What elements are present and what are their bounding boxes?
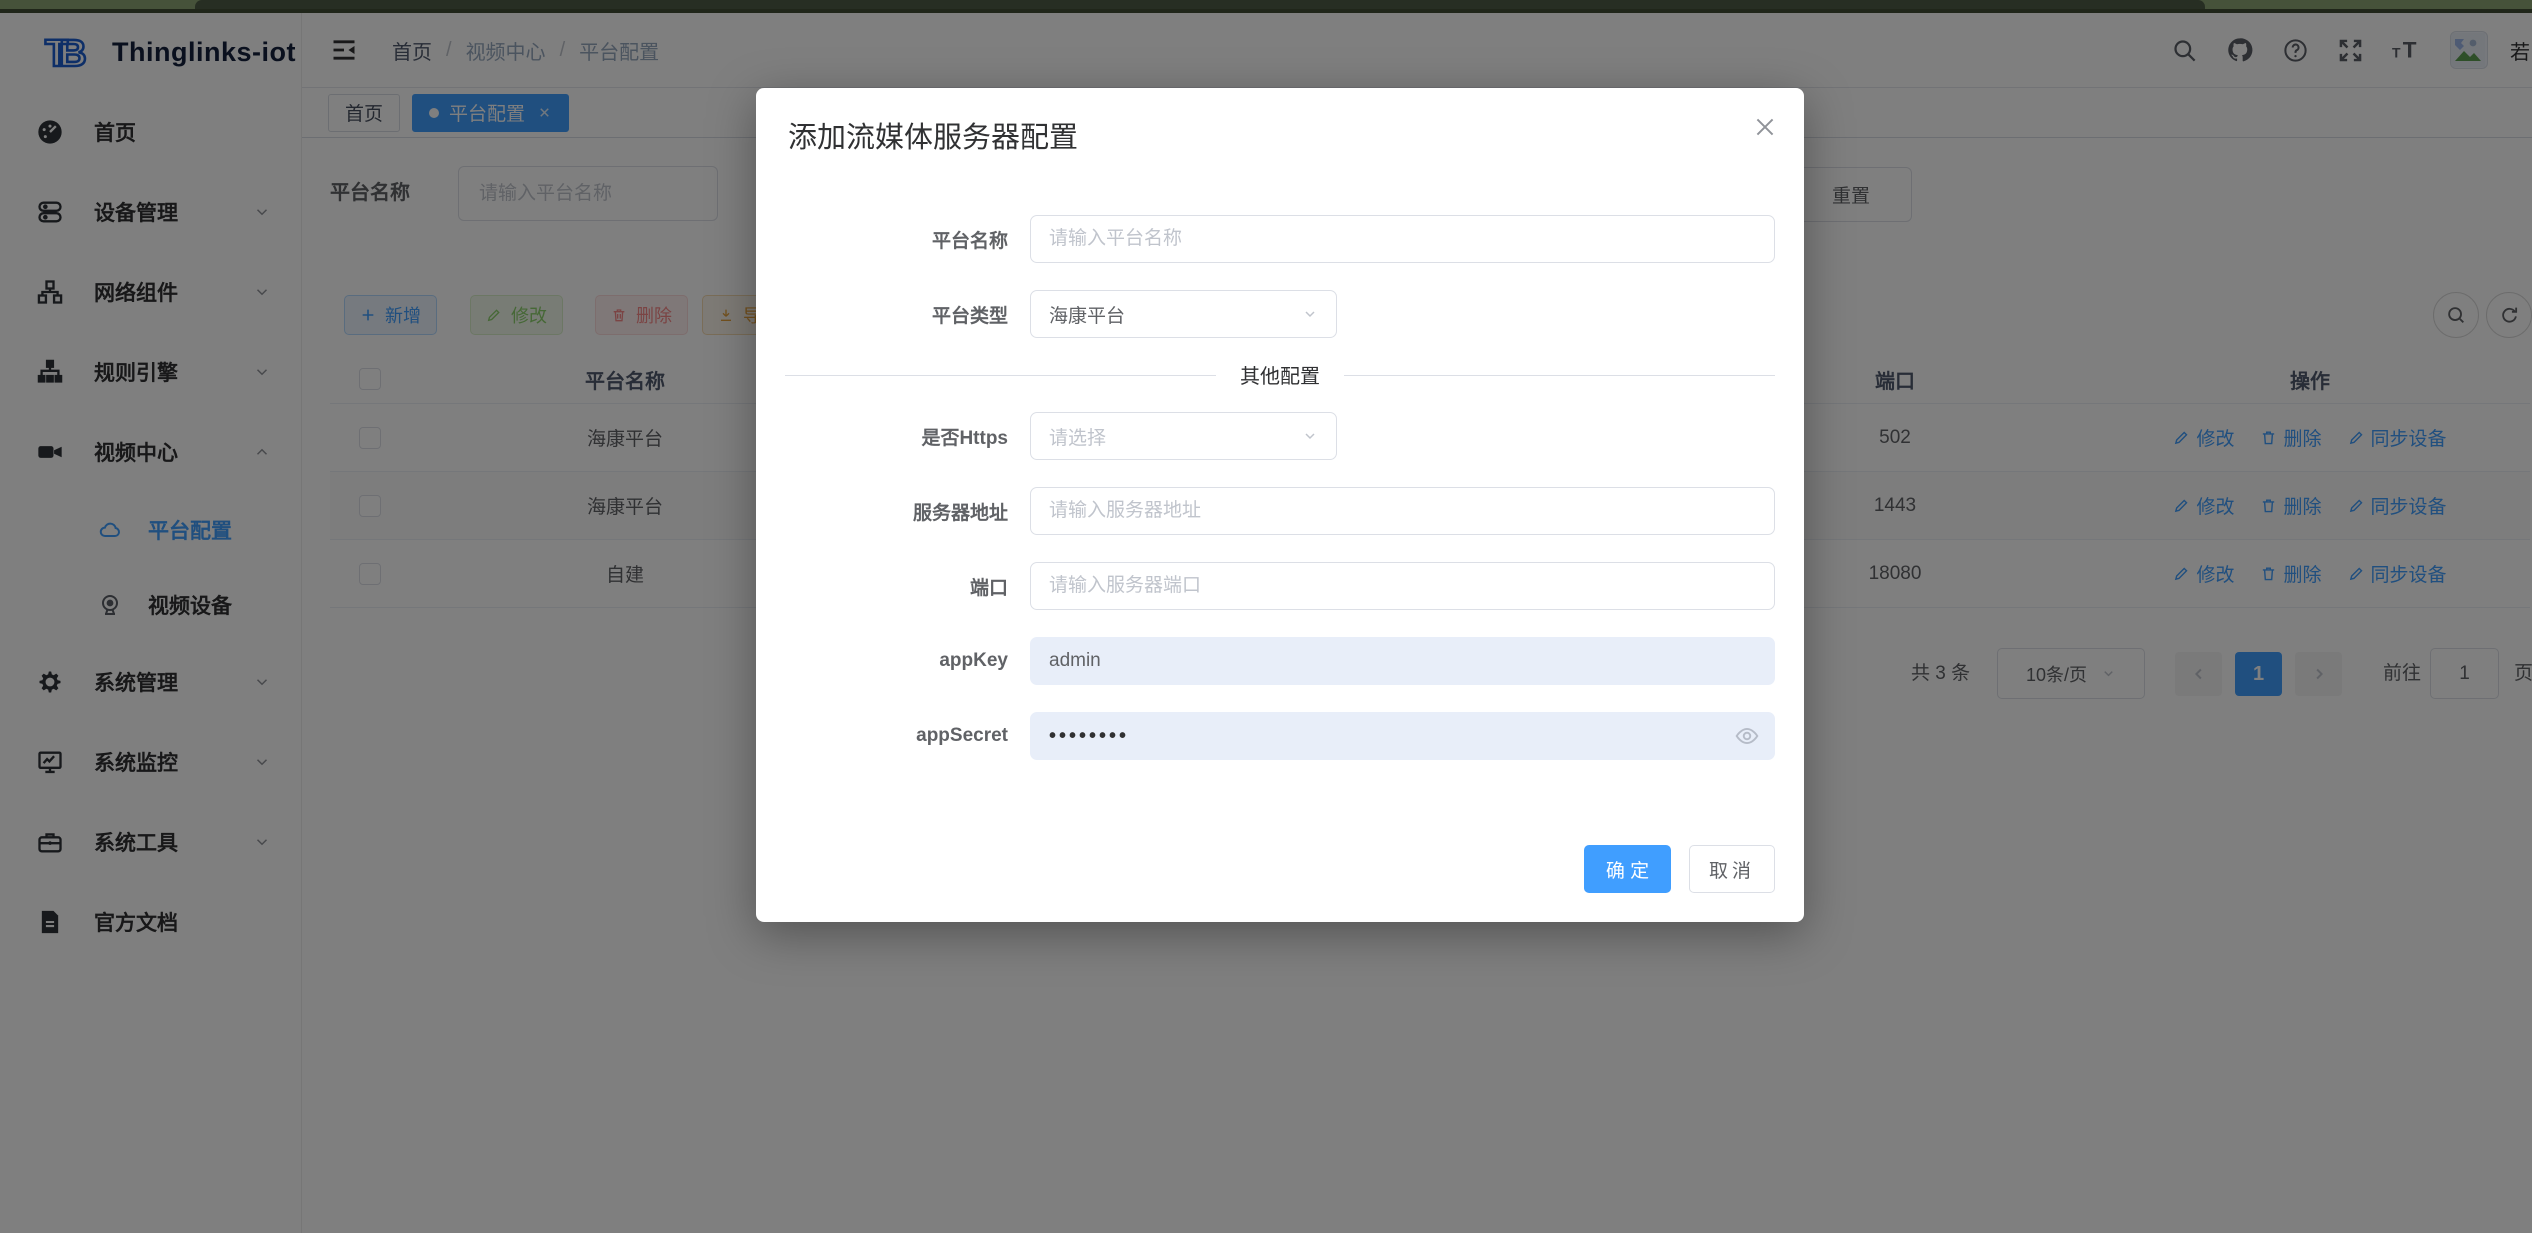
- form-row-appsecret: appSecret ••••••••: [756, 712, 1804, 760]
- chevron-down-icon: [1302, 306, 1318, 322]
- https-select[interactable]: 请选择: [1030, 412, 1337, 460]
- screen: TB Thinglinks-iot 首页 设备管理: [0, 0, 2532, 1233]
- server-address-input[interactable]: [1030, 487, 1775, 535]
- chevron-down-icon: [1302, 428, 1318, 444]
- eye-icon[interactable]: [1734, 723, 1760, 749]
- form-row-platform-name: 平台名称: [756, 215, 1804, 263]
- cancel-button[interactable]: 取消: [1689, 845, 1775, 893]
- field-label: 服务器地址: [756, 498, 1030, 525]
- dialog-close-icon[interactable]: [1752, 114, 1778, 140]
- add-stream-server-dialog: 添加流媒体服务器配置 平台名称 平台类型 海康平台 其他配置 是否Https 请…: [756, 88, 1804, 922]
- divider-label: 其他配置: [1216, 360, 1344, 389]
- form-row-server-addr: 服务器地址: [756, 487, 1804, 535]
- form-row-platform-type: 平台类型 海康平台: [756, 290, 1804, 338]
- select-placeholder: 请选择: [1049, 423, 1106, 450]
- confirm-button[interactable]: 确 定: [1584, 845, 1671, 893]
- platform-type-select[interactable]: 海康平台: [1030, 290, 1337, 338]
- server-port-input[interactable]: [1030, 562, 1775, 610]
- browser-tab-shape: [195, 0, 2205, 9]
- browser-chrome-strip: [0, 0, 2532, 13]
- form-row-appkey: appKey: [756, 637, 1804, 685]
- appsecret-input[interactable]: ••••••••: [1030, 712, 1775, 760]
- field-label: appSecret: [756, 725, 1030, 747]
- field-label: 是否Https: [756, 423, 1030, 450]
- field-label: 端口: [756, 573, 1030, 600]
- dialog-title: 添加流媒体服务器配置: [788, 114, 1078, 156]
- masked-password-value: ••••••••: [1049, 725, 1129, 748]
- form-row-https: 是否Https 请选择: [756, 412, 1804, 460]
- field-label: appKey: [756, 650, 1030, 672]
- form-row-port: 端口: [756, 562, 1804, 610]
- platform-name-input[interactable]: [1030, 215, 1775, 263]
- select-value: 海康平台: [1049, 301, 1125, 328]
- appkey-input[interactable]: [1030, 637, 1775, 685]
- field-label: 平台类型: [756, 301, 1030, 328]
- field-label: 平台名称: [756, 226, 1030, 253]
